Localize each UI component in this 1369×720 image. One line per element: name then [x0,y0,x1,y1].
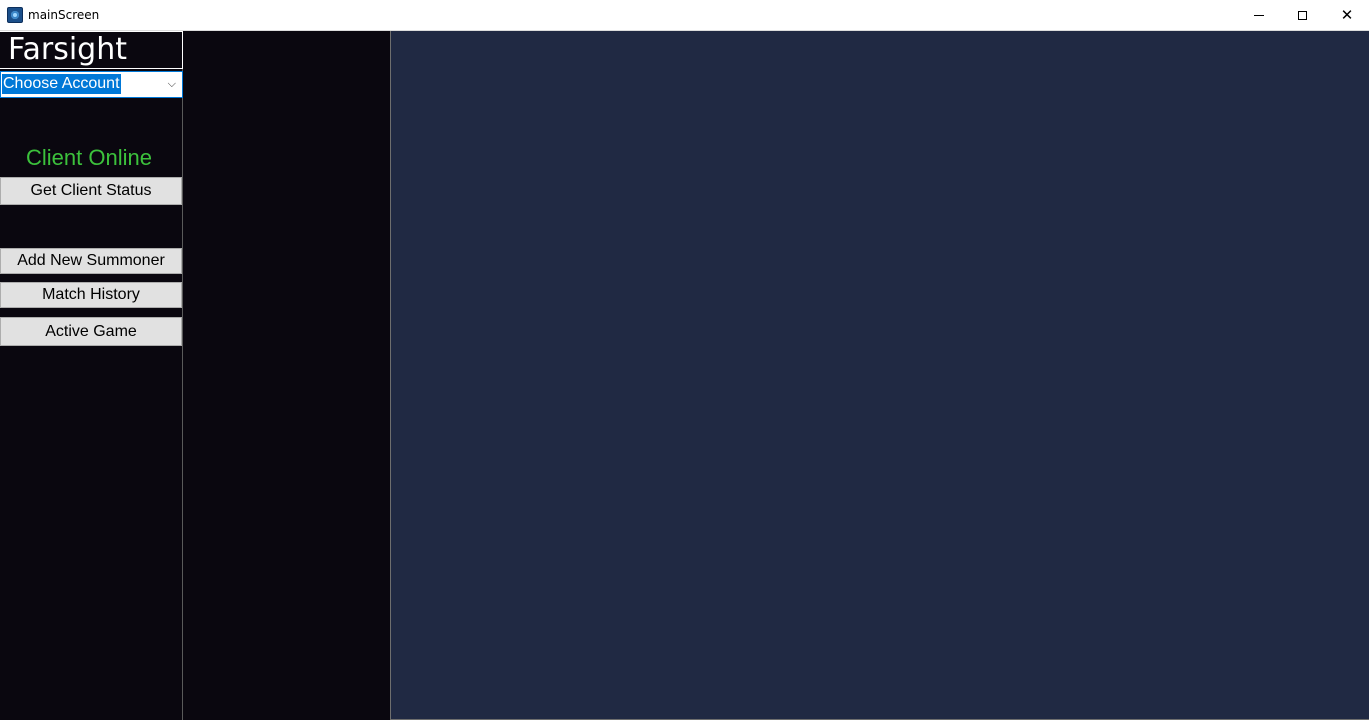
close-icon: ✕ [1340,5,1354,24]
close-button[interactable]: ✕ [1324,0,1369,30]
get-client-status-button[interactable]: Get Client Status [0,177,182,205]
main-window: mainScreen ✕ Farsight Choose Account ⌵ C… [0,0,1369,720]
account-select[interactable]: Choose Account ⌵ [0,71,183,98]
match-history-button[interactable]: Match History [0,282,182,308]
chevron-down-icon: ⌵ [167,77,176,90]
window-title: mainScreen [28,8,100,22]
app-brand-title: Farsight [0,31,183,69]
minimize-button[interactable] [1236,0,1282,30]
account-select-value: Choose Account [2,74,121,94]
title-bar[interactable]: mainScreen ✕ [0,0,1369,31]
maximize-button[interactable] [1279,0,1325,30]
maximize-icon [1297,10,1307,20]
sidebar: Farsight Choose Account ⌵ Client Online … [0,31,183,720]
add-new-summoner-button[interactable]: Add New Summoner [0,248,182,274]
client-status-label: Client Online [26,145,152,170]
secondary-panel [184,31,390,720]
app-icon [7,7,23,23]
minimize-icon [1254,14,1264,16]
active-game-button[interactable]: Active Game [0,317,182,346]
main-content-panel [390,31,1369,720]
